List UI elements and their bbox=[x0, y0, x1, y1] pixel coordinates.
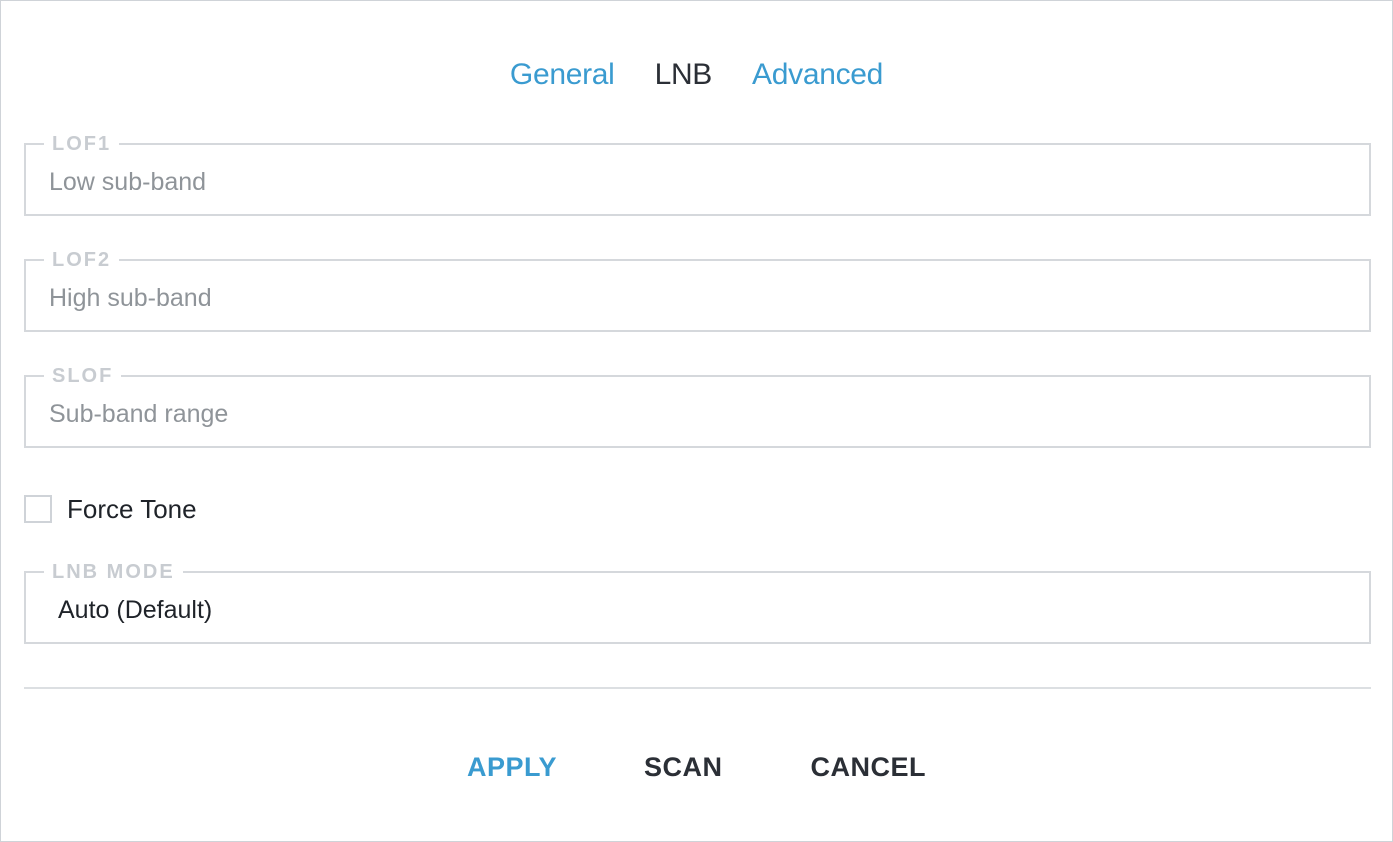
cancel-button[interactable]: CANCEL bbox=[811, 747, 927, 787]
apply-button[interactable]: APPLY bbox=[467, 747, 557, 787]
force-tone-checkbox[interactable] bbox=[24, 495, 52, 523]
slof-input[interactable] bbox=[49, 397, 1339, 431]
lof1-input[interactable] bbox=[49, 165, 1339, 199]
action-bar: APPLY SCAN CANCEL bbox=[1, 747, 1392, 787]
lnb-mode-label: LNB MODE bbox=[44, 560, 183, 584]
slof-field-group: SLOF bbox=[24, 364, 1371, 448]
lnb-settings-dialog: General LNB Advanced LOF1 LOF2 SLOF Forc… bbox=[0, 0, 1393, 842]
lof1-field-group: LOF1 bbox=[24, 132, 1371, 216]
lnb-mode-select[interactable]: LNB MODE Auto (Default) bbox=[24, 560, 1371, 644]
scan-button[interactable]: SCAN bbox=[644, 747, 723, 787]
lnb-mode-selected-value: Auto (Default) bbox=[58, 596, 213, 624]
tab-bar: General LNB Advanced bbox=[1, 53, 1392, 97]
divider bbox=[24, 687, 1371, 689]
force-tone-label: Force Tone bbox=[67, 493, 197, 524]
lof2-label: LOF2 bbox=[44, 248, 120, 272]
tab-lnb[interactable]: LNB bbox=[655, 53, 713, 97]
lof2-input[interactable] bbox=[49, 281, 1339, 315]
tab-advanced[interactable]: Advanced bbox=[752, 53, 883, 97]
force-tone-row[interactable]: Force Tone bbox=[24, 492, 197, 526]
lof1-label: LOF1 bbox=[44, 132, 120, 156]
slof-label: SLOF bbox=[44, 364, 122, 388]
lof2-field-group: LOF2 bbox=[24, 248, 1371, 332]
tab-general[interactable]: General bbox=[510, 53, 615, 97]
